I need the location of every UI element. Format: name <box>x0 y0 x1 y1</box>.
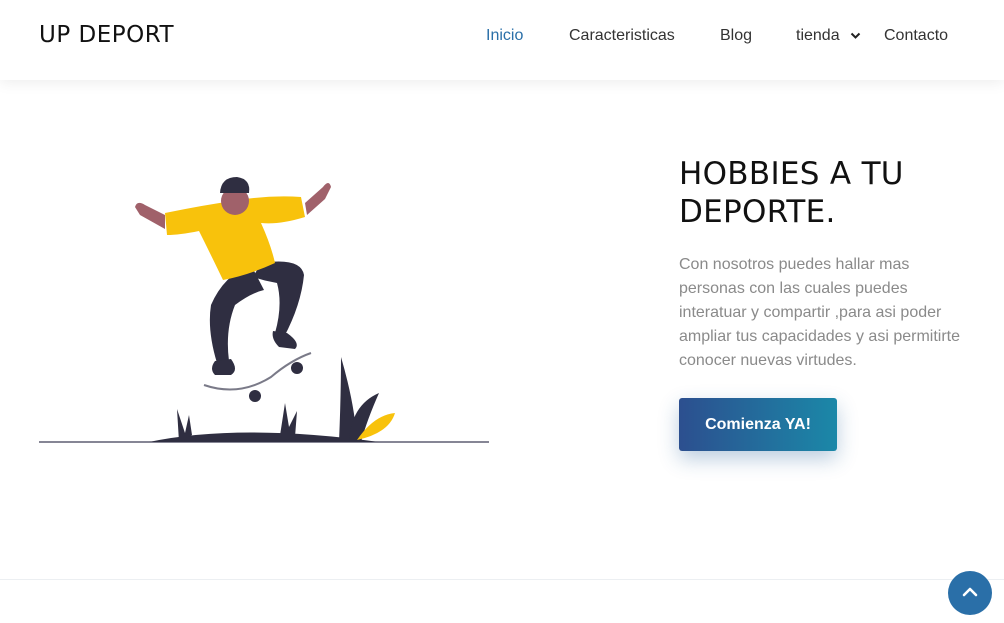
site-header: UP DEPORT Inicio Caracteristicas Blog ti… <box>0 0 1004 80</box>
back-to-top-button[interactable] <box>948 571 992 615</box>
hero-description: Con nosotros puedes hallar mas personas … <box>679 256 961 369</box>
section-divider <box>0 579 1004 580</box>
chevron-down-icon <box>850 27 861 45</box>
comienza-ya-button[interactable]: Comienza YA! <box>679 398 837 451</box>
nav-tienda-label: tienda <box>796 27 840 45</box>
nav-caracteristicas[interactable]: Caracteristicas <box>569 27 675 45</box>
main-nav: Inicio Caracteristicas Blog tienda Conta… <box>0 27 1004 47</box>
nav-blog[interactable]: Blog <box>720 27 752 45</box>
nav-contacto[interactable]: Contacto <box>884 27 948 45</box>
nav-inicio[interactable]: Inicio <box>486 27 523 45</box>
hero-title: HOBBIES A TU DEPORTE. <box>679 156 904 230</box>
nav-tienda[interactable]: tienda <box>796 27 861 45</box>
skateboarder-illustration <box>39 165 489 445</box>
chevron-up-icon <box>962 586 978 601</box>
